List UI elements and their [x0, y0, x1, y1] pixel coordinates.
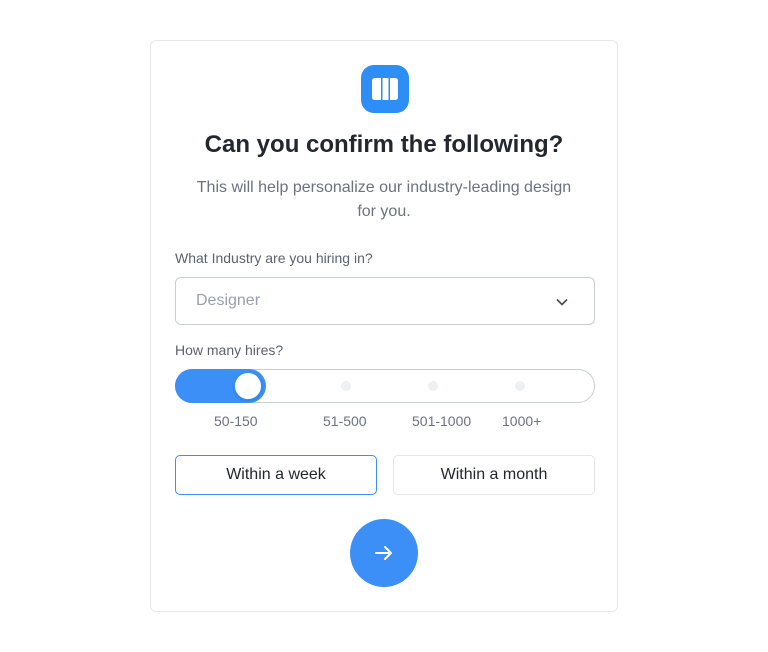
industry-select-value: Designer: [196, 292, 261, 309]
hires-option-label: 50-150: [214, 413, 258, 429]
within-a-week-button[interactable]: Within a week: [175, 455, 377, 495]
brand-logo-icon: [361, 65, 409, 113]
hires-option-label: 51-500: [323, 413, 367, 429]
hires-option-label: 501-1000: [412, 413, 472, 429]
confirm-card: Can you confirm the following? This will…: [150, 40, 618, 612]
chevron-down-icon: [556, 299, 568, 306]
within-a-month-button[interactable]: Within a month: [393, 455, 595, 495]
hires-slider[interactable]: [175, 369, 595, 403]
industry-select[interactable]: Designer: [175, 277, 595, 325]
slider-handle[interactable]: [234, 372, 262, 400]
logo-glyph: [372, 78, 398, 100]
next-button[interactable]: [350, 519, 418, 587]
hires-option-label: 1000+: [502, 413, 542, 429]
page-subtitle: This will help personalize our industry-…: [196, 179, 572, 220]
industry-label: What Industry are you hiring in?: [175, 250, 373, 266]
slider-step-dot[interactable]: [515, 381, 525, 391]
hires-label: How many hires?: [175, 342, 284, 358]
page-title: Can you confirm the following?: [204, 131, 564, 158]
slider-step-dot[interactable]: [428, 381, 438, 391]
slider-step-dot[interactable]: [341, 381, 351, 391]
arrow-right-icon: [375, 546, 392, 560]
